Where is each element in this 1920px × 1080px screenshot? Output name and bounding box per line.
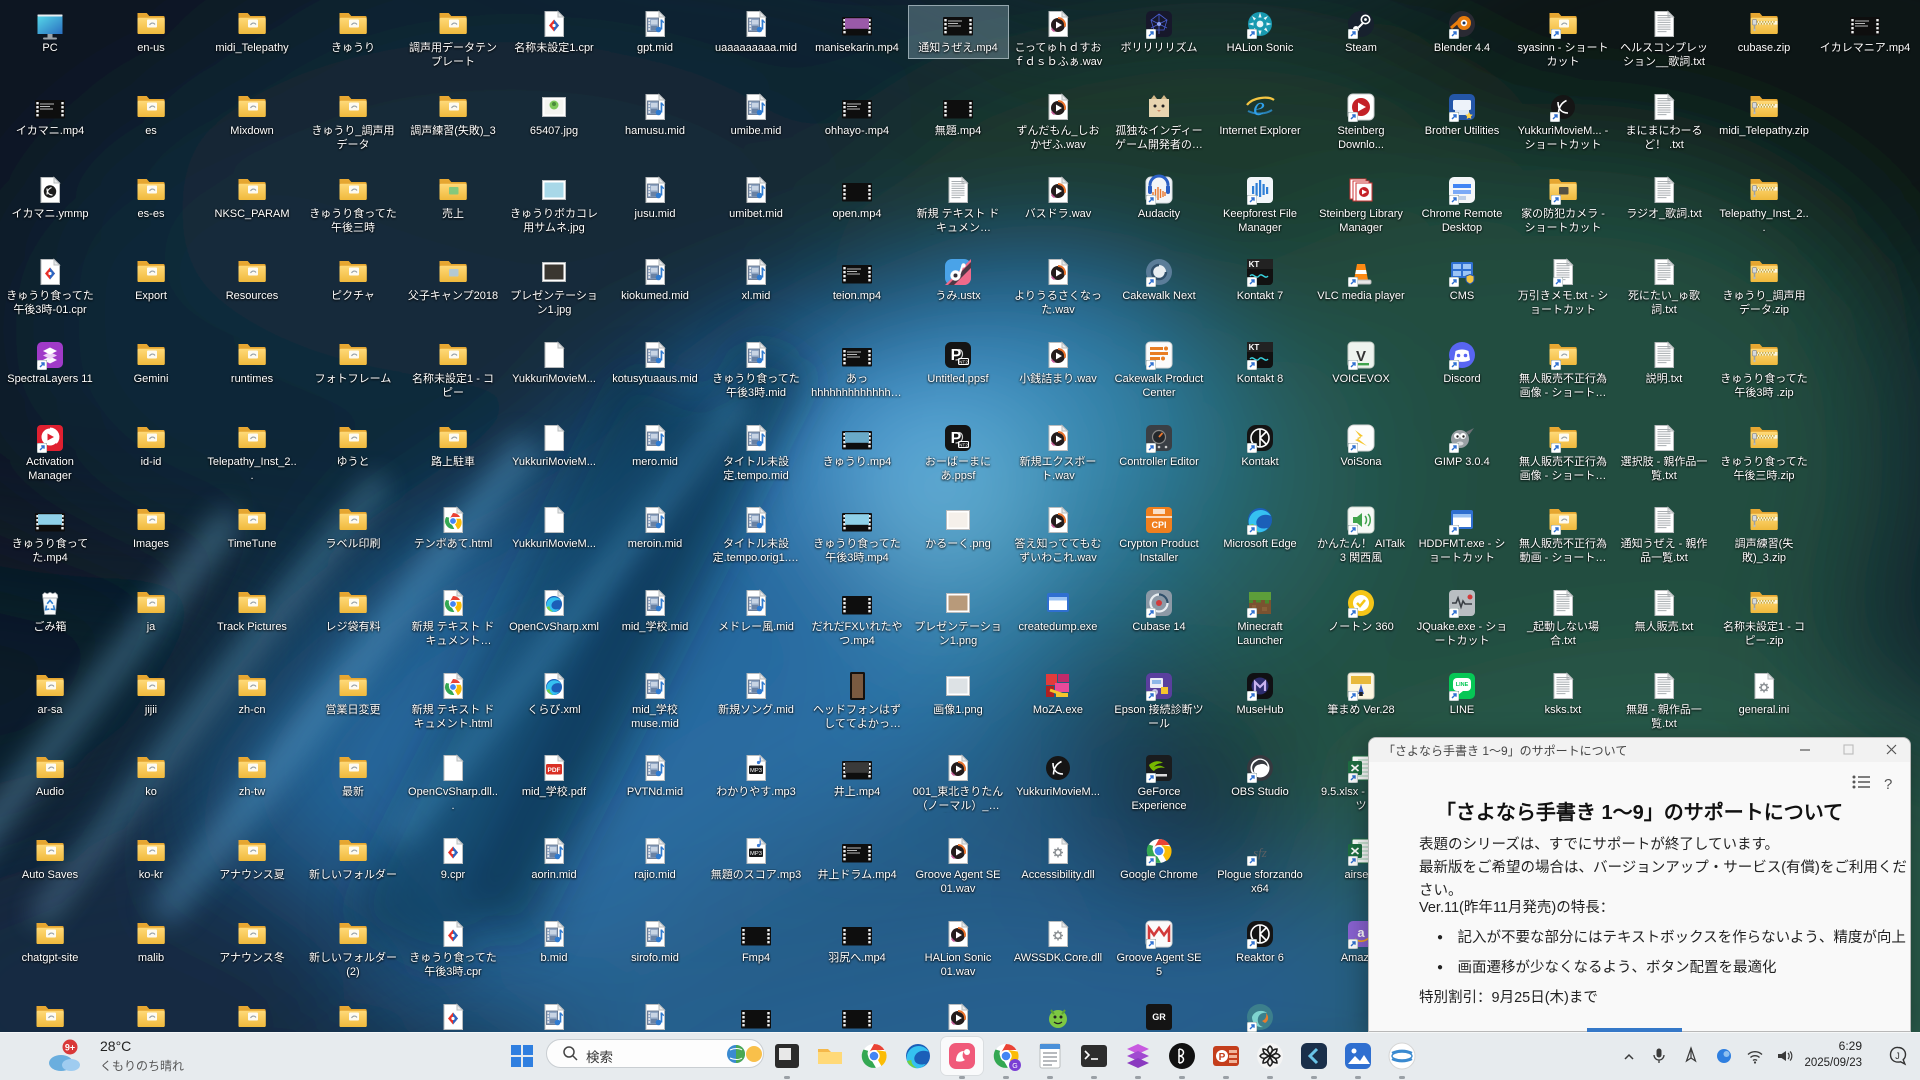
svg-text:?: ? xyxy=(1884,776,1892,792)
svg-text:NT2: NT2 xyxy=(959,442,968,448)
svg-text:a: a xyxy=(1357,925,1365,940)
svg-text:NT2: NT2 xyxy=(959,359,968,365)
svg-text:MP3: MP3 xyxy=(750,768,762,774)
svg-text:GR: GR xyxy=(1152,1012,1166,1022)
svg-text:P: P xyxy=(1219,1052,1226,1063)
svg-text:LINE: LINE xyxy=(1456,682,1469,688)
svg-text:G: G xyxy=(1012,1063,1017,1070)
svg-text:9+: 9+ xyxy=(65,1043,75,1053)
svg-text:PDF: PDF xyxy=(548,767,561,774)
svg-text:KT: KT xyxy=(1249,260,1260,269)
svg-text:MP3: MP3 xyxy=(750,851,762,857)
svg-text:CPI: CPI xyxy=(1151,520,1166,530)
svg-text:J: J xyxy=(1895,1051,1900,1061)
svg-text:KT: KT xyxy=(1249,343,1260,352)
svg-text:e: e xyxy=(1253,92,1265,121)
